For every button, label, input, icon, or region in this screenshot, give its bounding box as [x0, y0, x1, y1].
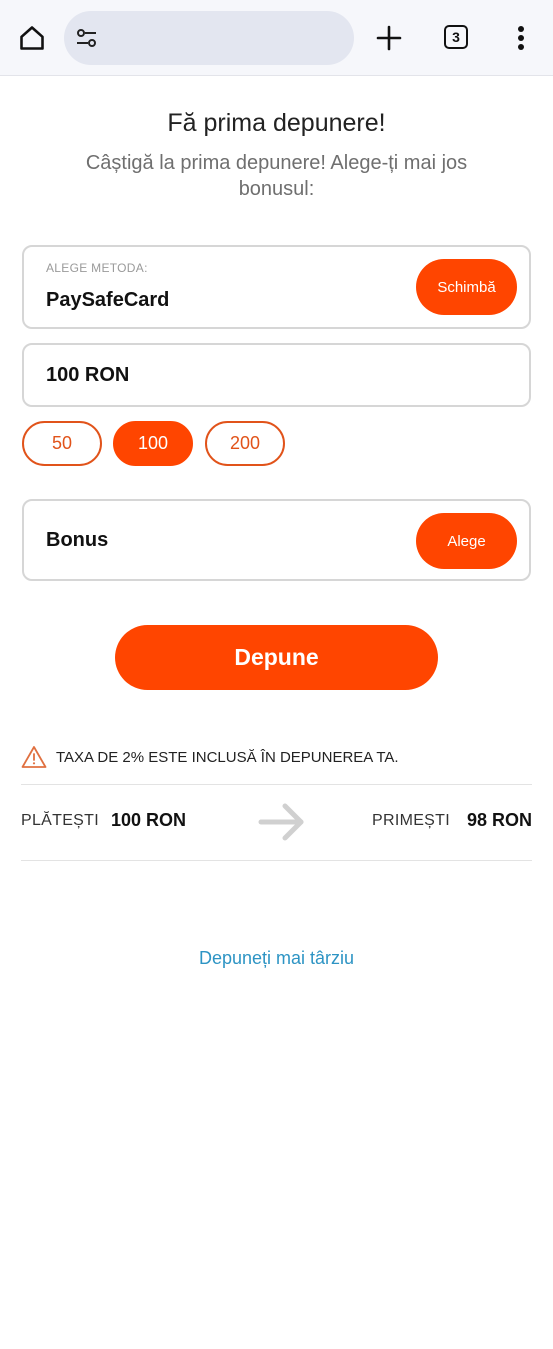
tab-count: 3	[452, 29, 460, 45]
amount-preset-100[interactable]: 100	[113, 421, 193, 466]
amount-preset-50[interactable]: 50	[22, 421, 102, 466]
home-icon[interactable]	[14, 20, 50, 56]
pay-value: 100 RON	[111, 810, 187, 830]
deposit-button[interactable]: Depune	[115, 625, 438, 690]
amount-preset-200[interactable]: 200	[205, 421, 285, 466]
divider	[21, 860, 532, 861]
fee-notice: TAXA DE 2% ESTE INCLUSĂ ÎN DEPUNEREA TA.	[21, 744, 399, 770]
page-title: Fă prima depunere!	[167, 109, 386, 137]
divider	[21, 784, 532, 785]
payment-method-label: ALEGE METODA:	[46, 261, 148, 275]
tune-icon[interactable]	[74, 25, 100, 51]
amount-field[interactable]: 100 RON	[22, 343, 531, 407]
deposit-summary: PLĂTEȘTI 100 RON PRIMEȘTI 98 RON	[21, 803, 532, 841]
fee-notice-text: TAXA DE 2% ESTE INCLUSĂ ÎN DEPUNEREA TA.	[56, 748, 399, 766]
choose-bonus-button[interactable]: Alege	[416, 513, 517, 569]
plus-icon[interactable]	[372, 20, 406, 56]
receive-label: PRIMEȘTI	[372, 812, 450, 829]
change-method-button[interactable]: Schimbă	[416, 259, 517, 315]
payment-method-box: ALEGE METODA: PaySafeCard Schimbă	[22, 245, 531, 329]
amount-value: 100 RON	[46, 364, 130, 386]
page-subtitle: Câștigă la prima depunere! Alege-ți mai …	[85, 152, 468, 200]
more-vert-icon[interactable]	[508, 20, 534, 56]
deposit-later-link[interactable]: Depuneți mai târziu	[0, 948, 553, 969]
receive-value: 98 RON	[466, 810, 532, 830]
arrow-right-icon	[258, 803, 304, 841]
address-bar[interactable]	[64, 11, 354, 65]
tabs-icon[interactable]: 3	[444, 25, 468, 49]
warning-icon	[21, 746, 47, 768]
pay-label: PLĂTEȘTI	[21, 812, 99, 829]
browser-toolbar: 3	[0, 0, 553, 76]
bonus-box: Bonus Alege	[22, 499, 531, 581]
bonus-label: Bonus	[46, 529, 109, 551]
payment-method-value: PaySafeCard	[46, 289, 170, 311]
